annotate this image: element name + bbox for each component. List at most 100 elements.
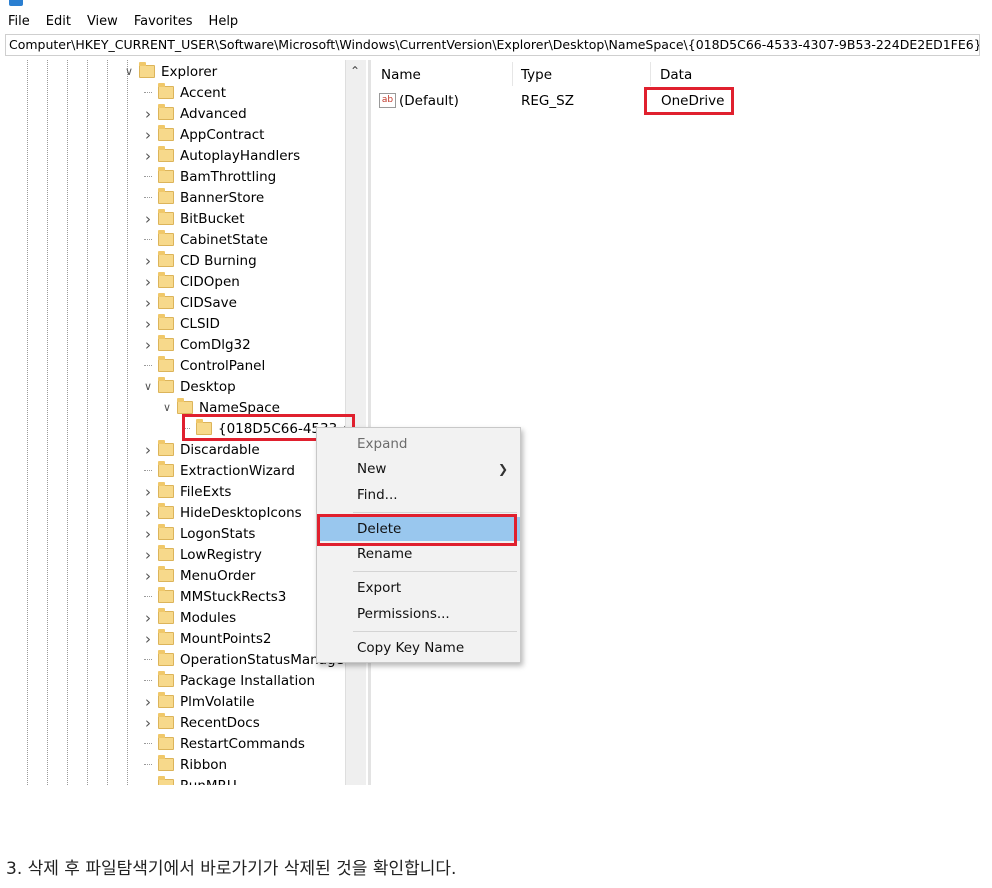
column-header-type[interactable]: Type [521,64,552,86]
tree-node[interactable]: › HideDesktopIcons [142,502,302,523]
expand-chevron-icon[interactable]: › [142,609,154,627]
tree-node-label: RestartCommands [180,735,305,752]
instruction-caption: 3. 삭제 후 파일탐색기에서 바로가기가 삭제된 것을 확인합니다. [6,859,457,879]
expand-chevron-icon[interactable]: › [142,693,154,711]
menu-item-expand[interactable]: Expand [317,432,520,456]
tree-connector [142,365,154,366]
tree-node-label: Discardable [180,441,260,458]
tree-guide-line [47,60,48,785]
tree-node[interactable]: › CD Burning [142,250,257,271]
folder-icon [158,503,174,519]
expand-chevron-icon[interactable]: › [142,147,154,165]
tree-node[interactable]: Package Installation [142,670,315,691]
tree-guide-line [107,60,108,785]
expand-chevron-icon[interactable]: › [142,315,154,333]
folder-icon [158,629,174,645]
tree-node[interactable]: › AutoplayHandlers [142,145,300,166]
tree-node[interactable]: › RecentDocs [142,712,260,733]
tree-node[interactable]: › CLSID [142,313,220,334]
expand-chevron-icon[interactable]: › [142,630,154,648]
address-bar[interactable]: Computer\HKEY_CURRENT_USER\Software\Micr… [5,34,980,56]
expand-chevron-icon[interactable]: › [142,273,154,291]
value-name[interactable]: (Default) [399,90,459,112]
menu-item-export[interactable]: Export [317,576,520,600]
tree-node[interactable]: BamThrottling [142,166,276,187]
tree-node[interactable]: › CIDSave [142,292,237,313]
tree-node[interactable]: › Advanced [142,103,247,124]
tree-node[interactable]: › ComDlg32 [142,334,251,355]
tree-node[interactable]: RunMRU [142,775,237,785]
tree-node[interactable]: RestartCommands [142,733,305,754]
expand-chevron-icon[interactable]: › [142,294,154,312]
expand-chevron-icon[interactable]: › [142,567,154,585]
menu-item-copy-key-name[interactable]: Copy Key Name [317,636,520,660]
folder-icon [158,230,174,246]
tree-node[interactable]: Ribbon [142,754,227,775]
collapse-chevron-icon[interactable]: ∨ [123,65,135,78]
menu-favorites[interactable]: Favorites [134,14,193,29]
tree-connector [142,176,154,177]
folder-icon [158,377,174,393]
column-header-data[interactable]: Data [660,64,692,86]
tree-node[interactable]: CabinetState [142,229,268,250]
tree-node[interactable]: MMStuckRects3 [142,586,286,607]
tree-node[interactable]: › BitBucket [142,208,244,229]
expand-chevron-icon[interactable]: › [142,525,154,543]
tree-guide-line [127,60,128,785]
tree-node[interactable]: ∨ Explorer [123,61,217,82]
menu-view[interactable]: View [87,14,118,29]
value-type[interactable]: REG_SZ [521,90,574,112]
tree-node-label: RecentDocs [180,714,260,731]
menu-item-find[interactable]: Find... [317,483,520,507]
tree-connector [142,659,154,660]
folder-icon [158,83,174,99]
column-divider[interactable] [650,62,651,86]
tree-node-label: LowRegistry [180,546,262,563]
column-divider[interactable] [512,62,513,86]
tree-node[interactable]: › CIDOpen [142,271,240,292]
expand-chevron-icon[interactable]: › [142,441,154,459]
tree-node[interactable]: Accent [142,82,226,103]
tree-node-label: BannerStore [180,189,265,206]
expand-chevron-icon[interactable]: › [142,210,154,228]
column-header-name[interactable]: Name [381,64,421,86]
tree-guide-line [67,60,68,785]
menu-file[interactable]: File [8,14,30,29]
expand-chevron-icon[interactable]: › [142,714,154,732]
tree-node[interactable]: › LowRegistry [142,544,262,565]
tree-connector [142,764,154,765]
expand-chevron-icon[interactable]: › [142,504,154,522]
collapse-chevron-icon[interactable]: ∨ [161,401,173,414]
tree-node[interactable]: › FileExts [142,481,231,502]
collapse-chevron-icon[interactable]: ∨ [142,380,154,393]
expand-chevron-icon[interactable]: › [142,126,154,144]
tree-node[interactable]: ExtractionWizard [142,460,295,481]
tree-connector [142,596,154,597]
menu-help[interactable]: Help [209,14,239,29]
tree-node[interactable]: › AppContract [142,124,264,145]
tree-node[interactable]: › LogonStats [142,523,255,544]
expand-chevron-icon[interactable]: › [142,105,154,123]
tree-node[interactable]: ∨ Desktop [142,376,236,397]
expand-chevron-icon[interactable]: › [142,483,154,501]
tree-node[interactable]: › MenuOrder [142,565,255,586]
menu-item-new[interactable]: New ❯ [317,457,520,481]
expand-chevron-icon[interactable]: › [142,252,154,270]
title-bar-fragment [0,0,980,8]
tree-node-label: LogonStats [180,525,256,542]
scroll-up-icon[interactable]: ⌃ [350,64,360,78]
pane-splitter[interactable] [368,60,371,785]
tree-node[interactable]: › Discardable [142,439,260,460]
tree-connector [142,680,154,681]
tree-node[interactable]: › Modules [142,607,236,628]
menu-separator [353,571,517,572]
tree-node[interactable]: ControlPanel [142,355,265,376]
folder-icon [158,272,174,288]
tree-node[interactable]: › PlmVolatile [142,691,255,712]
tree-node[interactable]: BannerStore [142,187,264,208]
menu-edit[interactable]: Edit [46,14,71,29]
expand-chevron-icon[interactable]: › [142,336,154,354]
menu-item-permissions[interactable]: Permissions... [317,602,520,626]
expand-chevron-icon[interactable]: › [142,546,154,564]
tree-node[interactable]: › MountPoints2 [142,628,271,649]
